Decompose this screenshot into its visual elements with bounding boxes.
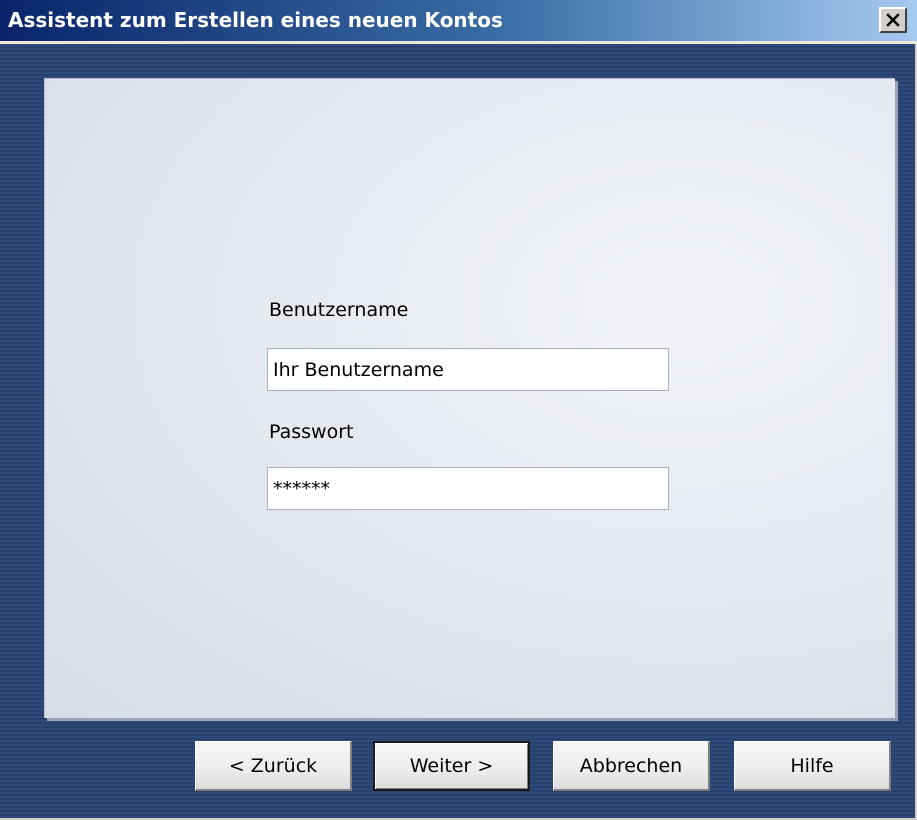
help-button[interactable]: Hilfe (734, 741, 891, 791)
cancel-button[interactable]: Abbrechen (553, 741, 710, 791)
window-title: Assistent zum Erstellen eines neuen Kont… (8, 8, 503, 32)
password-label: Passwort (269, 421, 354, 443)
back-button[interactable]: < Zurück (195, 741, 352, 791)
content-panel: Benutzername Passwort (44, 78, 895, 718)
close-icon (886, 13, 900, 27)
wizard-window: Assistent zum Erstellen eines neuen Kont… (0, 0, 917, 820)
username-label: Benutzername (269, 299, 409, 321)
next-button[interactable]: Weiter > (373, 741, 530, 791)
close-button[interactable] (879, 7, 907, 33)
title-bar[interactable]: Assistent zum Erstellen eines neuen Kont… (0, 0, 917, 44)
username-input[interactable] (267, 348, 669, 391)
password-input[interactable] (267, 467, 669, 510)
